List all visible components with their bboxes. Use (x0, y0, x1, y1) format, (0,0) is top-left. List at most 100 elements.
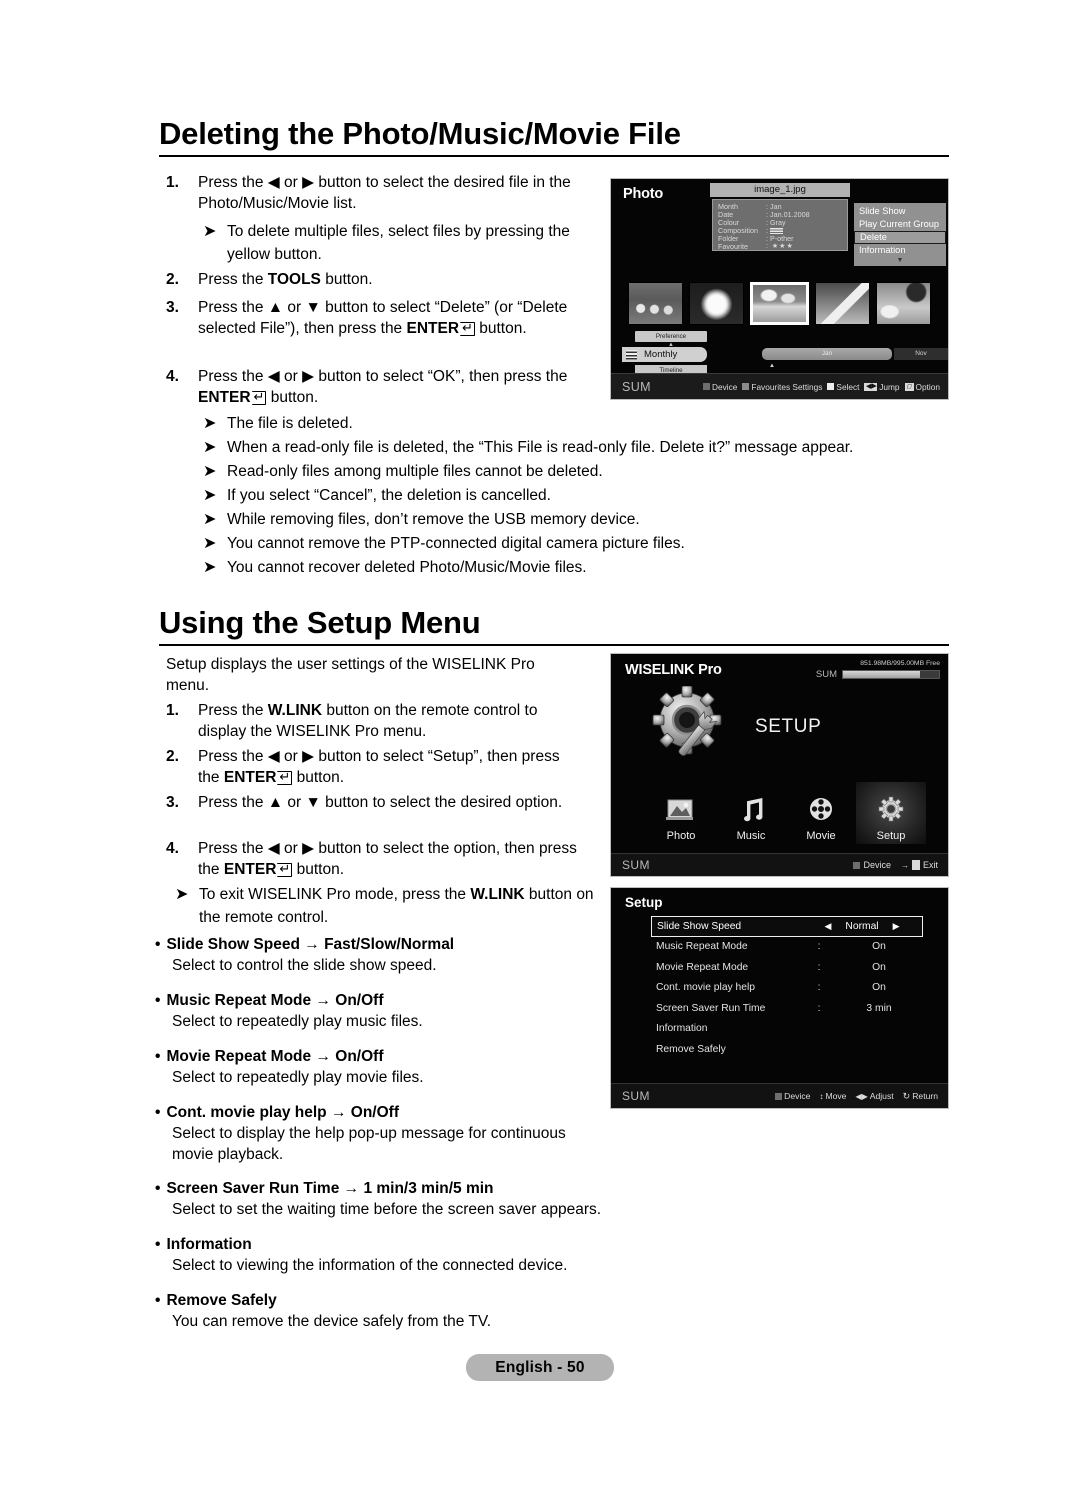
footer-key-return[interactable]: ↻ Return (903, 1091, 938, 1102)
photo-tools-menu: Slide Show Play Current Group Delete Inf… (854, 203, 946, 266)
setup-row-information[interactable]: Information (651, 1019, 923, 1040)
note-text: While removing files, don’t remove the U… (227, 511, 640, 528)
wiselink-label-movie: Movie (806, 830, 836, 842)
menu-item-information[interactable]: Information (854, 244, 946, 257)
composition-icon (770, 228, 783, 235)
menu-item-delete[interactable]: Delete (854, 231, 946, 244)
definition-desc: You can remove the device safely from th… (172, 1313, 492, 1330)
green-square-icon (742, 383, 750, 390)
note-item: ➤ If you select “Cancel”, the deletion i… (203, 485, 933, 508)
thumbnail-item[interactable] (689, 282, 744, 325)
memory-indicator: 851.98MB/995.00MB Free SUM (816, 659, 940, 680)
arrow-right-icon[interactable]: ▶ (893, 921, 900, 932)
film-reel-icon (806, 796, 836, 827)
note-arrow-icon: ➤ (203, 463, 217, 480)
setup-row-movie-repeat-mode[interactable]: Movie Repeat Mode : On (651, 957, 923, 978)
note-text: When a read-only file is deleted, the “T… (227, 439, 854, 456)
step-number: 4. (166, 368, 179, 385)
footer-key-adjust[interactable]: ◀▶ Adjust (855, 1091, 893, 1101)
device-sum-label: SUM (622, 379, 651, 394)
setup-hero-icon (651, 685, 743, 772)
thumbnail-item[interactable] (815, 282, 870, 325)
wiselink-item-photo[interactable]: Photo (646, 782, 716, 844)
definition-term: • Cont. movie play help → On/Off (155, 1104, 399, 1121)
note-arrow-icon: ➤ (203, 415, 217, 432)
device-sum-label: SUM (622, 858, 650, 872)
setup-row-separator: : (817, 961, 821, 973)
note-item: ➤ You cannot recover deleted Photo/Music… (203, 557, 933, 580)
note-item: ➤ You cannot remove the PTP-connected di… (203, 533, 933, 556)
note-item: ➤ While removing files, don’t remove the… (203, 509, 933, 532)
step-item: 3. Press the ▲ or ▼ button to select “De… (166, 297, 586, 339)
photo-thumbnail-strip (628, 282, 938, 327)
definition-term: • Screen Saver Run Time → 1 min/3 min/5 m… (155, 1180, 494, 1197)
thumbnail-item-selected[interactable] (750, 282, 809, 325)
footer-key-option[interactable]: ◻ Option (904, 382, 940, 392)
updown-arrows-icon: ↕ (819, 1091, 824, 1101)
definition-term: • Movie Repeat Mode → On/Off (155, 1048, 384, 1065)
heading-rule (159, 154, 949, 157)
step-number: 2. (166, 271, 179, 288)
wiselink-item-movie[interactable]: Movie (786, 782, 856, 844)
note-item: ➤ When a read-only file is deleted, the … (203, 437, 933, 460)
footer-key-jump[interactable]: ◀▶ Jump (864, 382, 900, 392)
timeline-bar-end[interactable]: Nov (894, 348, 948, 360)
thumbnail-item[interactable] (876, 282, 931, 325)
chevron-down-icon[interactable]: ▼ (854, 257, 946, 264)
menu-item-play-current-group[interactable]: Play Current Group (854, 218, 946, 231)
note-arrow-icon: ➤ (203, 559, 217, 576)
enter-key-icon: ↵ (277, 862, 293, 877)
definition-item: • Screen Saver Run Time → 1 min/3 min/5 m… (155, 1178, 685, 1220)
step-number: 4. (166, 840, 179, 857)
setup-row-separator: : (817, 982, 821, 994)
wiselink-icon-row: Photo Music Movie Setup (646, 782, 926, 844)
wiselink-title: WISELINK Pro (625, 662, 722, 678)
definition-desc: Select to display the help pop-up messag… (172, 1125, 566, 1163)
note-text: To exit WISELINK Pro mode, press the W.L… (199, 886, 594, 926)
photo-screen-footer: SUM Device Favourites Settings Select ◀▶… (611, 373, 948, 399)
step-number: 2. (166, 748, 179, 765)
footer-key-device[interactable]: Device (703, 382, 737, 392)
wiselink-item-setup[interactable]: Setup (856, 782, 926, 844)
footer-key-select[interactable]: Select (827, 382, 859, 392)
definition-term: • Music Repeat Mode → On/Off (155, 992, 384, 1009)
memory-progress-fill (843, 671, 920, 678)
setup-row-value: Normal (845, 920, 879, 932)
step-text: Press the ◀ or ▶ button to select “OK”, … (198, 368, 568, 406)
thumbnail-item[interactable] (628, 282, 683, 325)
footer-key-exit[interactable]: → Exit (901, 860, 938, 870)
hero-label: SETUP (755, 716, 822, 737)
footer-key-device[interactable]: Device (853, 860, 891, 870)
step-number: 1. (166, 174, 179, 191)
wiselink-item-music[interactable]: Music (716, 782, 786, 844)
setup-row-cont-movie-play-help[interactable]: Cont. movie play help : On (651, 978, 923, 999)
footer-key-device[interactable]: Device (775, 1091, 810, 1101)
enter-key-icon: ↵ (277, 770, 293, 785)
info-value: : Gray (766, 218, 786, 228)
memory-progress-bar (842, 670, 940, 679)
step-item: 4. Press the ◀ or ▶ button to select the… (166, 838, 586, 880)
setup-row-label: Information (656, 1023, 708, 1035)
setup-row-music-repeat-mode[interactable]: Music Repeat Mode : On (651, 937, 923, 958)
footer-key-favourites[interactable]: Favourites Settings (742, 382, 822, 392)
wiselink-label-photo: Photo (666, 830, 696, 842)
footer-key-move[interactable]: ↕ Move (819, 1091, 846, 1101)
setup-title: Setup (625, 895, 663, 910)
chevron-up-small-icon: ▲ (769, 363, 775, 369)
setup-row-remove-safely[interactable]: Remove Safely (651, 1039, 923, 1060)
note-arrow-icon: ➤ (203, 535, 217, 552)
tools-option-icon: ◻ (904, 382, 914, 391)
definition-term: • Slide Show Speed → Fast/Slow/Normal (155, 936, 455, 953)
preference-label[interactable]: Preference (635, 331, 707, 342)
yellow-square-icon (827, 383, 835, 390)
setup-row-screen-saver-run-time[interactable]: Screen Saver Run Time : 3 min (651, 998, 923, 1019)
definition-desc: Select to control the slide show speed. (172, 957, 437, 974)
setup-row-value: 3 min (866, 1002, 892, 1014)
note-text: You cannot recover deleted Photo/Music/M… (227, 559, 587, 576)
arrow-left-icon[interactable]: ◀ (824, 921, 831, 932)
menu-item-slide-show[interactable]: Slide Show (854, 205, 946, 218)
timeline-bar-current[interactable]: Jan (762, 348, 892, 360)
step-number: 3. (166, 299, 179, 316)
setup-row-slide-show-speed[interactable]: Slide Show Speed ◀ Normal ▶ (651, 916, 923, 937)
definition-item: • Cont. movie play help → On/Off Select t… (155, 1102, 595, 1165)
